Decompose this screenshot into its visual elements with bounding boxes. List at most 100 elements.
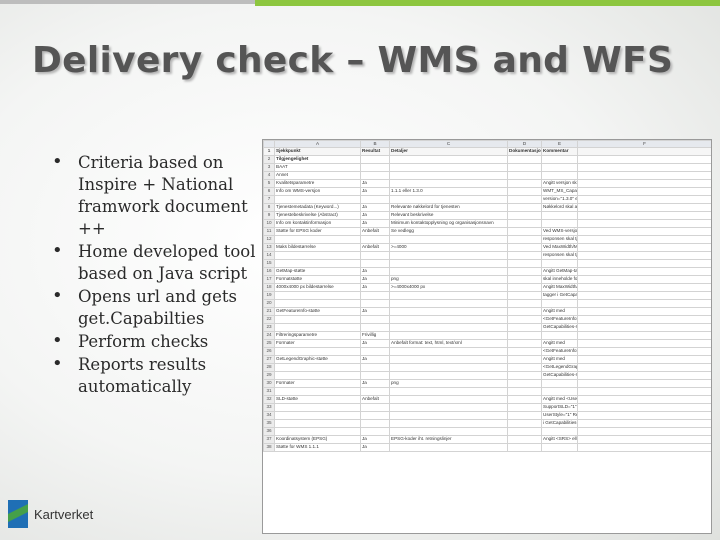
- sheet-cell: [577, 275, 711, 284]
- sheet-cell: Relevante nøkkelord for tjenesten: [389, 203, 508, 212]
- sheet-cell: [541, 299, 578, 308]
- sheet-row: 19 tagger i GetCapabilities-responsen: [263, 291, 711, 300]
- sheet-row: 27 GetLegendGraphic-støtte Ja Angitt med: [263, 355, 711, 364]
- sheet-cell: Formatstøtte: [274, 275, 361, 284]
- sheet-cell: Anbefalt: [360, 395, 390, 404]
- sheet-cell: [577, 195, 711, 204]
- column-header: E: [541, 140, 578, 148]
- sheet-cell: [507, 315, 542, 324]
- sheet-cell: [274, 299, 361, 308]
- sheet-cell: [507, 331, 542, 340]
- sheet-cell: [389, 323, 508, 332]
- sheet-cell: [360, 347, 390, 356]
- sheet-cell: Angitt versjon skal foreligge: [541, 179, 578, 188]
- sheet-row: 20: [263, 299, 711, 308]
- sheet-cell: [274, 347, 361, 356]
- sheet-cell: GetFeatureInfo-støtte: [274, 307, 361, 316]
- sheet-cell: [507, 435, 542, 444]
- sheet-cell: >=4000x4000 px: [389, 283, 508, 292]
- sheet-row: 13 Maks bildestørrelse Anbefalt >=4000 Ved M…: [263, 243, 711, 252]
- bullet-dot-icon: •: [52, 330, 63, 351]
- sheet-cell: Tjenestebeskrivelse (Abstract): [274, 211, 361, 220]
- sheet-cell: [389, 411, 508, 420]
- sheet-cell: [274, 259, 361, 268]
- row-number: 2: [263, 155, 275, 164]
- row-number: 22: [263, 315, 275, 324]
- sheet-cell: [507, 419, 542, 428]
- sheet-cell: [541, 171, 578, 180]
- sheet-cell: [507, 203, 542, 212]
- sheet-cell: [360, 299, 390, 308]
- sheet-cell: [389, 355, 508, 364]
- sheet-cell: Ja: [360, 211, 390, 220]
- sheet-row: 9 Tjenestebeskrivelse (Abstract) Ja Relevan…: [263, 211, 711, 220]
- sheet-cell: BAAT: [274, 163, 361, 172]
- sheet-row: 5KvalitetsparametreJa Angitt versjon skal…: [263, 179, 711, 188]
- sheet-cell: [360, 155, 390, 164]
- bullet-item: • Reports results automatically: [52, 353, 264, 398]
- row-number: 12: [263, 235, 275, 244]
- sheet-cell: [274, 403, 361, 412]
- sheet-cell: [507, 395, 542, 404]
- sheet-cell: [577, 379, 711, 388]
- sheet-row: 29 GetCapabilities-responsen: [263, 371, 711, 380]
- sheet-cell: [389, 371, 508, 380]
- sheet-row: 6 Info om WMS-versjon Ja 1.1.1 eller 1.3.0 W…: [263, 187, 711, 196]
- row-number: 23: [263, 323, 275, 332]
- sheet-cell: Ja: [360, 203, 390, 212]
- sheet-cell: [577, 171, 711, 180]
- column-header: F: [577, 140, 711, 148]
- sheet-row: 37 Koordinatsystem (EPSG) Ja EPSG-koder iht…: [263, 435, 711, 444]
- sheet-cell: [274, 427, 361, 436]
- row-number: 16: [263, 267, 275, 276]
- corner-cell: [263, 140, 275, 148]
- sheet-cell: [360, 291, 390, 300]
- sheet-cell: [507, 187, 542, 196]
- row-number: 5: [263, 179, 275, 188]
- row-number: 14: [263, 251, 275, 260]
- sheet-cell: [541, 379, 578, 388]
- sheet-cell: Angitt med: [541, 307, 578, 316]
- row-number: 35: [263, 419, 275, 428]
- sheet-row: 2 Tilgjengelighet: [263, 155, 711, 164]
- sheet-cell: Angitt med: [541, 339, 578, 348]
- sheet-cell: [577, 347, 711, 356]
- sheet-cell: [507, 179, 542, 188]
- sheet-cell: [360, 323, 390, 332]
- top-bar-gray-segment: [0, 0, 255, 4]
- sheet-cell: [541, 331, 578, 340]
- sheet-cell: png: [389, 275, 508, 284]
- sheet-cell: [577, 419, 711, 428]
- bullet-item: • Criteria based on Inspire + National fr…: [52, 151, 264, 240]
- sheet-row: 10 Info om kontaktinformasjon Ja Minimum ko…: [263, 219, 711, 228]
- sheet-cell: [389, 267, 508, 276]
- sheet-cell: Info om kontaktinformasjon: [274, 219, 361, 228]
- sheet-cell: [577, 427, 711, 436]
- sheet-cell: [577, 243, 711, 252]
- row-number: 38: [263, 443, 275, 452]
- sheet-cell: [389, 387, 508, 396]
- sheet-cell: [274, 235, 361, 244]
- sheet-row: 22 <GetFeatureInfo><Format>text/plain: [263, 315, 711, 324]
- sheet-cell: [577, 315, 711, 324]
- sheet-cell: Angitt MaxWidth/MaxHeight-taggene: [541, 283, 578, 292]
- sheet-cell: [274, 195, 361, 204]
- sheet-cell: [577, 307, 711, 316]
- sheet-cell: [541, 219, 578, 228]
- sheet-cell: [389, 443, 508, 452]
- sheet-cell: <GetLegendGraphic><Format>image/png: [541, 363, 578, 372]
- sheet-cell: [389, 315, 508, 324]
- sheet-cell: Ja: [360, 179, 390, 188]
- sheet-cell: [577, 331, 711, 340]
- sheet-row: 31: [263, 387, 711, 396]
- sheet-cell: [577, 363, 711, 372]
- sheet-cell: <GetFeatureInfo><Format>...</Format>: [541, 347, 578, 356]
- sheet-cell: Ved WMS-versjon skal lagene angis: [541, 227, 578, 236]
- spreadsheet-table: A B C D E F 1 Sjekkpunkt Resultat Detaljer Dokumen…: [263, 140, 711, 452]
- sheet-cell: [389, 235, 508, 244]
- sheet-cell: Angitt med: [541, 355, 578, 364]
- sheet-cell: [389, 163, 508, 172]
- sheet-cell: tagger i GetCapabilities-responsen: [541, 291, 578, 300]
- sheet-cell: Relevant beskrivelse: [389, 211, 508, 220]
- sheet-cell: responsen skal tjenesten støtte: [541, 235, 578, 244]
